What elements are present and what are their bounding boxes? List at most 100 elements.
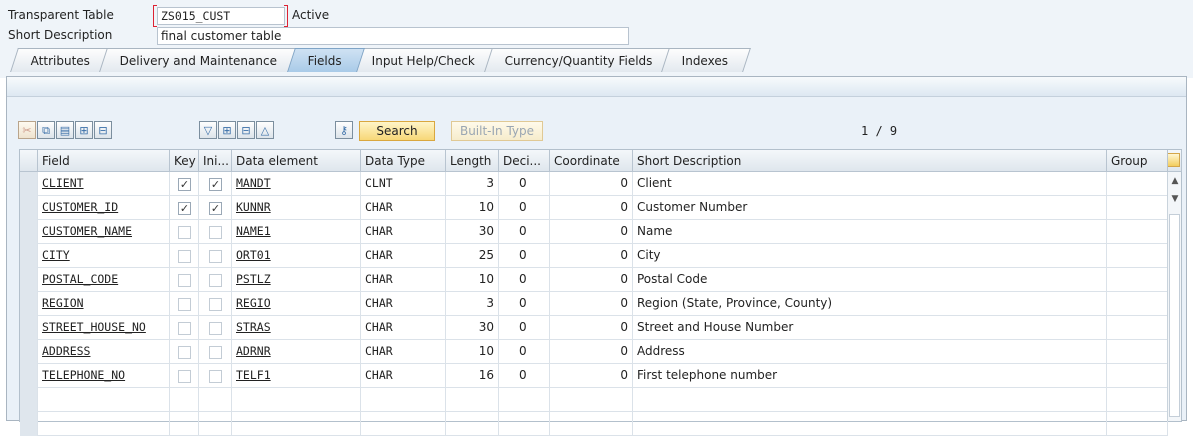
row-selector[interactable] bbox=[20, 364, 38, 388]
tab-indexes[interactable]: Indexes bbox=[661, 48, 752, 72]
length-cell[interactable]: 10 bbox=[446, 340, 499, 364]
col-data-element[interactable]: Data element bbox=[232, 150, 361, 172]
coordinate-cell[interactable]: 0 bbox=[550, 244, 633, 268]
short-description-cell[interactable]: Street and House Number bbox=[633, 316, 1107, 340]
key-checkbox-box[interactable]: ✓ bbox=[178, 202, 191, 215]
key-checkbox[interactable] bbox=[170, 412, 199, 436]
group-cell[interactable] bbox=[1107, 364, 1168, 388]
key-checkbox[interactable] bbox=[170, 340, 199, 364]
data-type-cell[interactable]: CLNT bbox=[361, 172, 446, 196]
initial-checkbox[interactable] bbox=[199, 268, 232, 292]
row-selector[interactable] bbox=[20, 196, 38, 220]
data-type-cell[interactable] bbox=[361, 412, 446, 436]
data-type-cell[interactable]: CHAR bbox=[361, 268, 446, 292]
coordinate-cell[interactable] bbox=[550, 388, 633, 412]
data-element-cell[interactable]: KUNNR bbox=[232, 196, 361, 220]
field-cell[interactable]: CITY bbox=[38, 244, 170, 268]
tab-fields[interactable]: Fields bbox=[286, 48, 365, 72]
search-button[interactable]: Search bbox=[359, 121, 435, 141]
expand-icon[interactable]: ⊞ bbox=[218, 121, 236, 139]
table-settings-icon[interactable] bbox=[1168, 153, 1180, 167]
short-description-cell[interactable]: Customer Number bbox=[633, 196, 1107, 220]
table-row[interactable] bbox=[20, 388, 1168, 412]
data-element-cell[interactable]: TELF1 bbox=[232, 364, 361, 388]
initial-checkbox[interactable] bbox=[199, 316, 232, 340]
field-cell[interactable]: ADDRESS bbox=[38, 340, 170, 364]
key-checkbox-box[interactable]: ✓ bbox=[178, 178, 191, 191]
length-cell[interactable] bbox=[446, 388, 499, 412]
field-cell[interactable]: CLIENT bbox=[38, 172, 170, 196]
initial-checkbox-box[interactable] bbox=[209, 370, 222, 383]
table-row[interactable]: POSTAL_CODE PSTLZ CHAR 10 0 0 Postal Code bbox=[20, 268, 1168, 292]
col-initial[interactable]: Ini... bbox=[199, 150, 232, 172]
row-selector[interactable] bbox=[20, 316, 38, 340]
table-row[interactable]: CITY ORT01 CHAR 25 0 0 City bbox=[20, 244, 1168, 268]
key-checkbox-box[interactable] bbox=[178, 298, 191, 311]
vertical-scrollbar[interactable]: ▲ ▼ bbox=[1167, 172, 1181, 421]
decimals-cell[interactable]: 0 bbox=[499, 292, 550, 316]
decimals-cell[interactable]: 0 bbox=[499, 316, 550, 340]
col-short-description[interactable]: Short Description bbox=[633, 150, 1107, 172]
coordinate-cell[interactable]: 0 bbox=[550, 340, 633, 364]
cut-icon[interactable]: ✂ bbox=[18, 121, 36, 139]
coordinate-cell[interactable]: 0 bbox=[550, 196, 633, 220]
initial-checkbox-box[interactable] bbox=[209, 250, 222, 263]
filter-up-icon[interactable]: △ bbox=[256, 121, 274, 139]
key-checkbox[interactable]: ✓ bbox=[170, 172, 199, 196]
table-row[interactable]: ADDRESS ADRNR CHAR 10 0 0 Address bbox=[20, 340, 1168, 364]
tab-input-help-check[interactable]: Input Help/Check bbox=[350, 48, 498, 72]
table-row[interactable]: REGION REGIO CHAR 3 0 0 Region (State, Provinc… bbox=[20, 292, 1168, 316]
col-key[interactable]: Key bbox=[170, 150, 199, 172]
initial-checkbox-box[interactable]: ✓ bbox=[209, 202, 222, 215]
coordinate-cell[interactable]: 0 bbox=[550, 268, 633, 292]
initial-checkbox-box[interactable] bbox=[209, 226, 222, 239]
row-selector[interactable] bbox=[20, 220, 38, 244]
data-type-cell[interactable]: CHAR bbox=[361, 196, 446, 220]
length-cell[interactable]: 30 bbox=[446, 316, 499, 340]
key-checkbox-box[interactable] bbox=[178, 370, 191, 383]
scroll-down-icon[interactable]: ▼ bbox=[1168, 192, 1182, 206]
field-cell[interactable]: CUSTOMER_ID bbox=[38, 196, 170, 220]
short-description-cell[interactable]: Region (State, Province, County) bbox=[633, 292, 1107, 316]
decimals-cell[interactable]: 0 bbox=[499, 220, 550, 244]
key-icon[interactable]: ⚷ bbox=[335, 121, 353, 139]
key-checkbox-box[interactable] bbox=[178, 274, 191, 287]
data-element-cell[interactable]: REGIO bbox=[232, 292, 361, 316]
key-checkbox[interactable] bbox=[170, 316, 199, 340]
row-selector[interactable] bbox=[20, 268, 38, 292]
initial-checkbox[interactable] bbox=[199, 244, 232, 268]
row-selector[interactable] bbox=[20, 244, 38, 268]
initial-checkbox-box[interactable] bbox=[209, 322, 222, 335]
delete-row-icon[interactable]: ⊟ bbox=[94, 121, 112, 139]
data-type-cell[interactable]: CHAR bbox=[361, 340, 446, 364]
group-cell[interactable] bbox=[1107, 388, 1168, 412]
group-cell[interactable] bbox=[1107, 196, 1168, 220]
tab-currency-quantity-fields[interactable]: Currency/Quantity Fields bbox=[483, 48, 676, 72]
table-row[interactable] bbox=[20, 412, 1168, 436]
row-selector[interactable] bbox=[20, 412, 38, 436]
coordinate-cell[interactable]: 0 bbox=[550, 364, 633, 388]
row-selector[interactable] bbox=[20, 388, 38, 412]
decimals-cell[interactable]: 0 bbox=[499, 340, 550, 364]
initial-checkbox-box[interactable]: ✓ bbox=[209, 178, 222, 191]
scroll-up-icon[interactable]: ▲ bbox=[1168, 174, 1182, 188]
initial-checkbox[interactable] bbox=[199, 292, 232, 316]
data-type-cell[interactable]: CHAR bbox=[361, 364, 446, 388]
group-cell[interactable] bbox=[1107, 412, 1168, 436]
decimals-cell[interactable]: 0 bbox=[499, 268, 550, 292]
group-cell[interactable] bbox=[1107, 244, 1168, 268]
short-description-field[interactable]: final customer table bbox=[157, 27, 629, 45]
tab-attributes[interactable]: Attributes bbox=[10, 48, 114, 72]
length-cell[interactable]: 10 bbox=[446, 196, 499, 220]
data-element-cell[interactable]: NAME1 bbox=[232, 220, 361, 244]
initial-checkbox-box[interactable] bbox=[209, 346, 222, 359]
length-cell[interactable]: 25 bbox=[446, 244, 499, 268]
coordinate-cell[interactable] bbox=[550, 412, 633, 436]
decimals-cell[interactable] bbox=[499, 388, 550, 412]
key-checkbox[interactable] bbox=[170, 244, 199, 268]
row-selector[interactable] bbox=[20, 172, 38, 196]
initial-checkbox[interactable] bbox=[199, 340, 232, 364]
length-cell[interactable] bbox=[446, 412, 499, 436]
key-checkbox[interactable] bbox=[170, 220, 199, 244]
filter-down-icon[interactable]: ▽ bbox=[199, 121, 217, 139]
